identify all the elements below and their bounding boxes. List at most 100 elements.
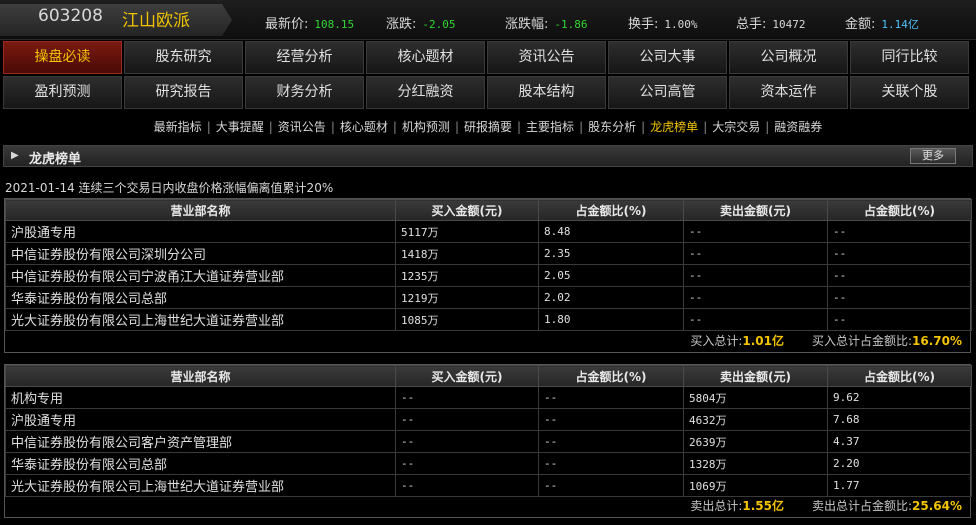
buy-amount: 1085万: [395, 308, 539, 331]
collapse-triangle-icon[interactable]: ▶: [11, 150, 19, 161]
buy-ratio: --: [538, 408, 684, 431]
column-header: 占金额比(%): [827, 199, 972, 221]
subnav-latest-indicators[interactable]: 最新指标: [154, 120, 202, 134]
summary-value: 25.64%: [912, 499, 962, 513]
subnav-news-announcements[interactable]: 资讯公告: [278, 120, 326, 134]
stock-code-box: [0, 4, 232, 36]
sell-ratio: 7.68: [827, 408, 972, 431]
column-header: 卖出金额(元): [683, 199, 828, 221]
summary-label: 买入总计:: [690, 334, 743, 348]
broker-name: 华泰证券股份有限公司总部: [5, 286, 396, 309]
sell-table: 营业部名称 买入金额(元) 占金额比(%) 卖出金额(元) 占金额比(%) 机构…: [4, 364, 972, 518]
subnav-institution-forecasts[interactable]: 机构预测: [402, 120, 450, 134]
quote-last-price: 最新价: 108.15: [265, 17, 355, 32]
tab-peer-comparison[interactable]: 同行比较: [850, 41, 969, 74]
sell-ratio: 1.77: [827, 474, 972, 497]
subnav-separator: |: [392, 120, 397, 134]
subnav-separator: |: [765, 120, 770, 134]
subnav-margin-trading[interactable]: 融资融券: [774, 120, 822, 134]
buy-ratio: --: [538, 474, 684, 497]
subnav-research-summary[interactable]: 研报摘要: [464, 120, 512, 134]
sell-ratio: --: [827, 242, 972, 265]
table-row: 光大证券股份有限公司上海世纪大道证券营业部 1085万 1.80 -- --: [5, 308, 972, 331]
sell-ratio: --: [827, 220, 972, 243]
tab-shareholder-research[interactable]: 股东研究: [124, 41, 243, 74]
tab-company-overview[interactable]: 公司概况: [729, 41, 848, 74]
table-row: 华泰证券股份有限公司总部 1219万 2.02 -- --: [5, 286, 972, 309]
sell-amount: 1069万: [683, 474, 828, 497]
sell-ratio: --: [827, 308, 972, 331]
tab-operation-must-read[interactable]: 操盘必读: [3, 41, 122, 74]
buy-amount: 1418万: [395, 242, 539, 265]
column-header: 买入金额(元): [395, 365, 539, 387]
subnav-separator: |: [454, 120, 459, 134]
broker-name: 中信证券股份有限公司宁波甬江大道证券营业部: [5, 264, 396, 287]
tab-financial-analysis[interactable]: 财务分析: [245, 76, 364, 109]
broker-name: 沪股通专用: [5, 408, 396, 431]
subnav-block-trades[interactable]: 大宗交易: [712, 120, 760, 134]
buy-summary: 买入总计:1.01亿 买入总计占金额比:16.70%: [690, 332, 962, 349]
subnav-event-reminders[interactable]: 大事提醒: [216, 120, 264, 134]
sell-amount: 1328万: [683, 452, 828, 475]
subnav-key-indicators[interactable]: 主要指标: [526, 120, 574, 134]
summary-value: 1.55亿: [742, 499, 784, 513]
main-nav-row-2: 盈利预测 研究报告 财务分析 分红融资 股本结构 公司高管 资本运作 关联个股: [3, 76, 969, 110]
sell-ratio: 4.37: [827, 430, 972, 453]
broker-name: 华泰证券股份有限公司总部: [5, 452, 396, 475]
tab-executives[interactable]: 公司高管: [608, 76, 727, 109]
column-header: 营业部名称: [5, 199, 396, 221]
buy-amount: --: [395, 430, 539, 453]
more-button[interactable]: 更多: [910, 148, 956, 164]
table-row: 沪股通专用 -- -- 4632万 7.68: [5, 408, 972, 431]
tab-share-structure[interactable]: 股本结构: [487, 76, 606, 109]
tab-business-analysis[interactable]: 经营分析: [245, 41, 364, 74]
subnav-shareholder-analysis[interactable]: 股东分析: [588, 120, 636, 134]
subnav-dragon-tiger-list[interactable]: 龙虎榜单: [650, 120, 698, 134]
quote-volume: 总手: 10472: [736, 17, 806, 32]
summary-value: 1.01亿: [742, 334, 784, 348]
summary-label: 卖出总计:: [690, 499, 743, 513]
quote-amount: 金额: 1.14亿: [845, 17, 919, 32]
tab-company-events[interactable]: 公司大事: [608, 41, 727, 74]
buy-ratio: 1.80: [538, 308, 684, 331]
sell-amount: --: [683, 242, 828, 265]
quote-turnover: 换手: 1.00%: [628, 17, 698, 32]
buy-ratio: 2.02: [538, 286, 684, 309]
column-header: 买入金额(元): [395, 199, 539, 221]
buy-amount: --: [395, 408, 539, 431]
buy-amount: --: [395, 474, 539, 497]
buy-table: 营业部名称 买入金额(元) 占金额比(%) 卖出金额(元) 占金额比(%) 沪股…: [4, 198, 972, 353]
broker-name: 中信证券股份有限公司深圳分公司: [5, 242, 396, 265]
column-header: 占金额比(%): [538, 365, 684, 387]
table-row: 华泰证券股份有限公司总部 -- -- 1328万 2.20: [5, 452, 972, 475]
subnav-separator: |: [268, 120, 273, 134]
tab-earnings-forecast[interactable]: 盈利预测: [3, 76, 122, 109]
tab-research-reports[interactable]: 研究报告: [124, 76, 243, 109]
table-header-row: 营业部名称 买入金额(元) 占金额比(%) 卖出金额(元) 占金额比(%): [5, 365, 972, 387]
tab-news-announcements[interactable]: 资讯公告: [487, 41, 606, 74]
broker-name: 光大证券股份有限公司上海世纪大道证券营业部: [5, 308, 396, 331]
tab-capital-operations[interactable]: 资本运作: [729, 76, 848, 109]
stock-code: 603208: [38, 6, 103, 26]
buy-ratio: --: [538, 452, 684, 475]
buy-ratio: 8.48: [538, 220, 684, 243]
sell-amount: 2639万: [683, 430, 828, 453]
main-nav-row-1: 操盘必读 股东研究 经营分析 核心题材 资讯公告 公司大事 公司概况 同行比较: [3, 41, 969, 75]
buy-amount: 1219万: [395, 286, 539, 309]
broker-name: 光大证券股份有限公司上海世纪大道证券营业部: [5, 474, 396, 497]
buy-ratio: 2.05: [538, 264, 684, 287]
sell-ratio: 9.62: [827, 386, 972, 409]
tab-related-stocks[interactable]: 关联个股: [850, 76, 969, 109]
quote-change-pct: 涨跌幅: -1.86: [505, 17, 588, 32]
broker-name: 中信证券股份有限公司客户资产管理部: [5, 430, 396, 453]
summary-label: 买入总计占金额比:: [811, 334, 913, 348]
subnav-separator: |: [703, 120, 708, 134]
column-header: 卖出金额(元): [683, 365, 828, 387]
tab-dividend-financing[interactable]: 分红融资: [366, 76, 485, 109]
sell-amount: 4632万: [683, 408, 828, 431]
tab-core-themes[interactable]: 核心题材: [366, 41, 485, 74]
subnav-core-themes[interactable]: 核心题材: [340, 120, 388, 134]
sell-amount: --: [683, 286, 828, 309]
table-row: 中信证券股份有限公司深圳分公司 1418万 2.35 -- --: [5, 242, 972, 265]
buy-ratio: 2.35: [538, 242, 684, 265]
